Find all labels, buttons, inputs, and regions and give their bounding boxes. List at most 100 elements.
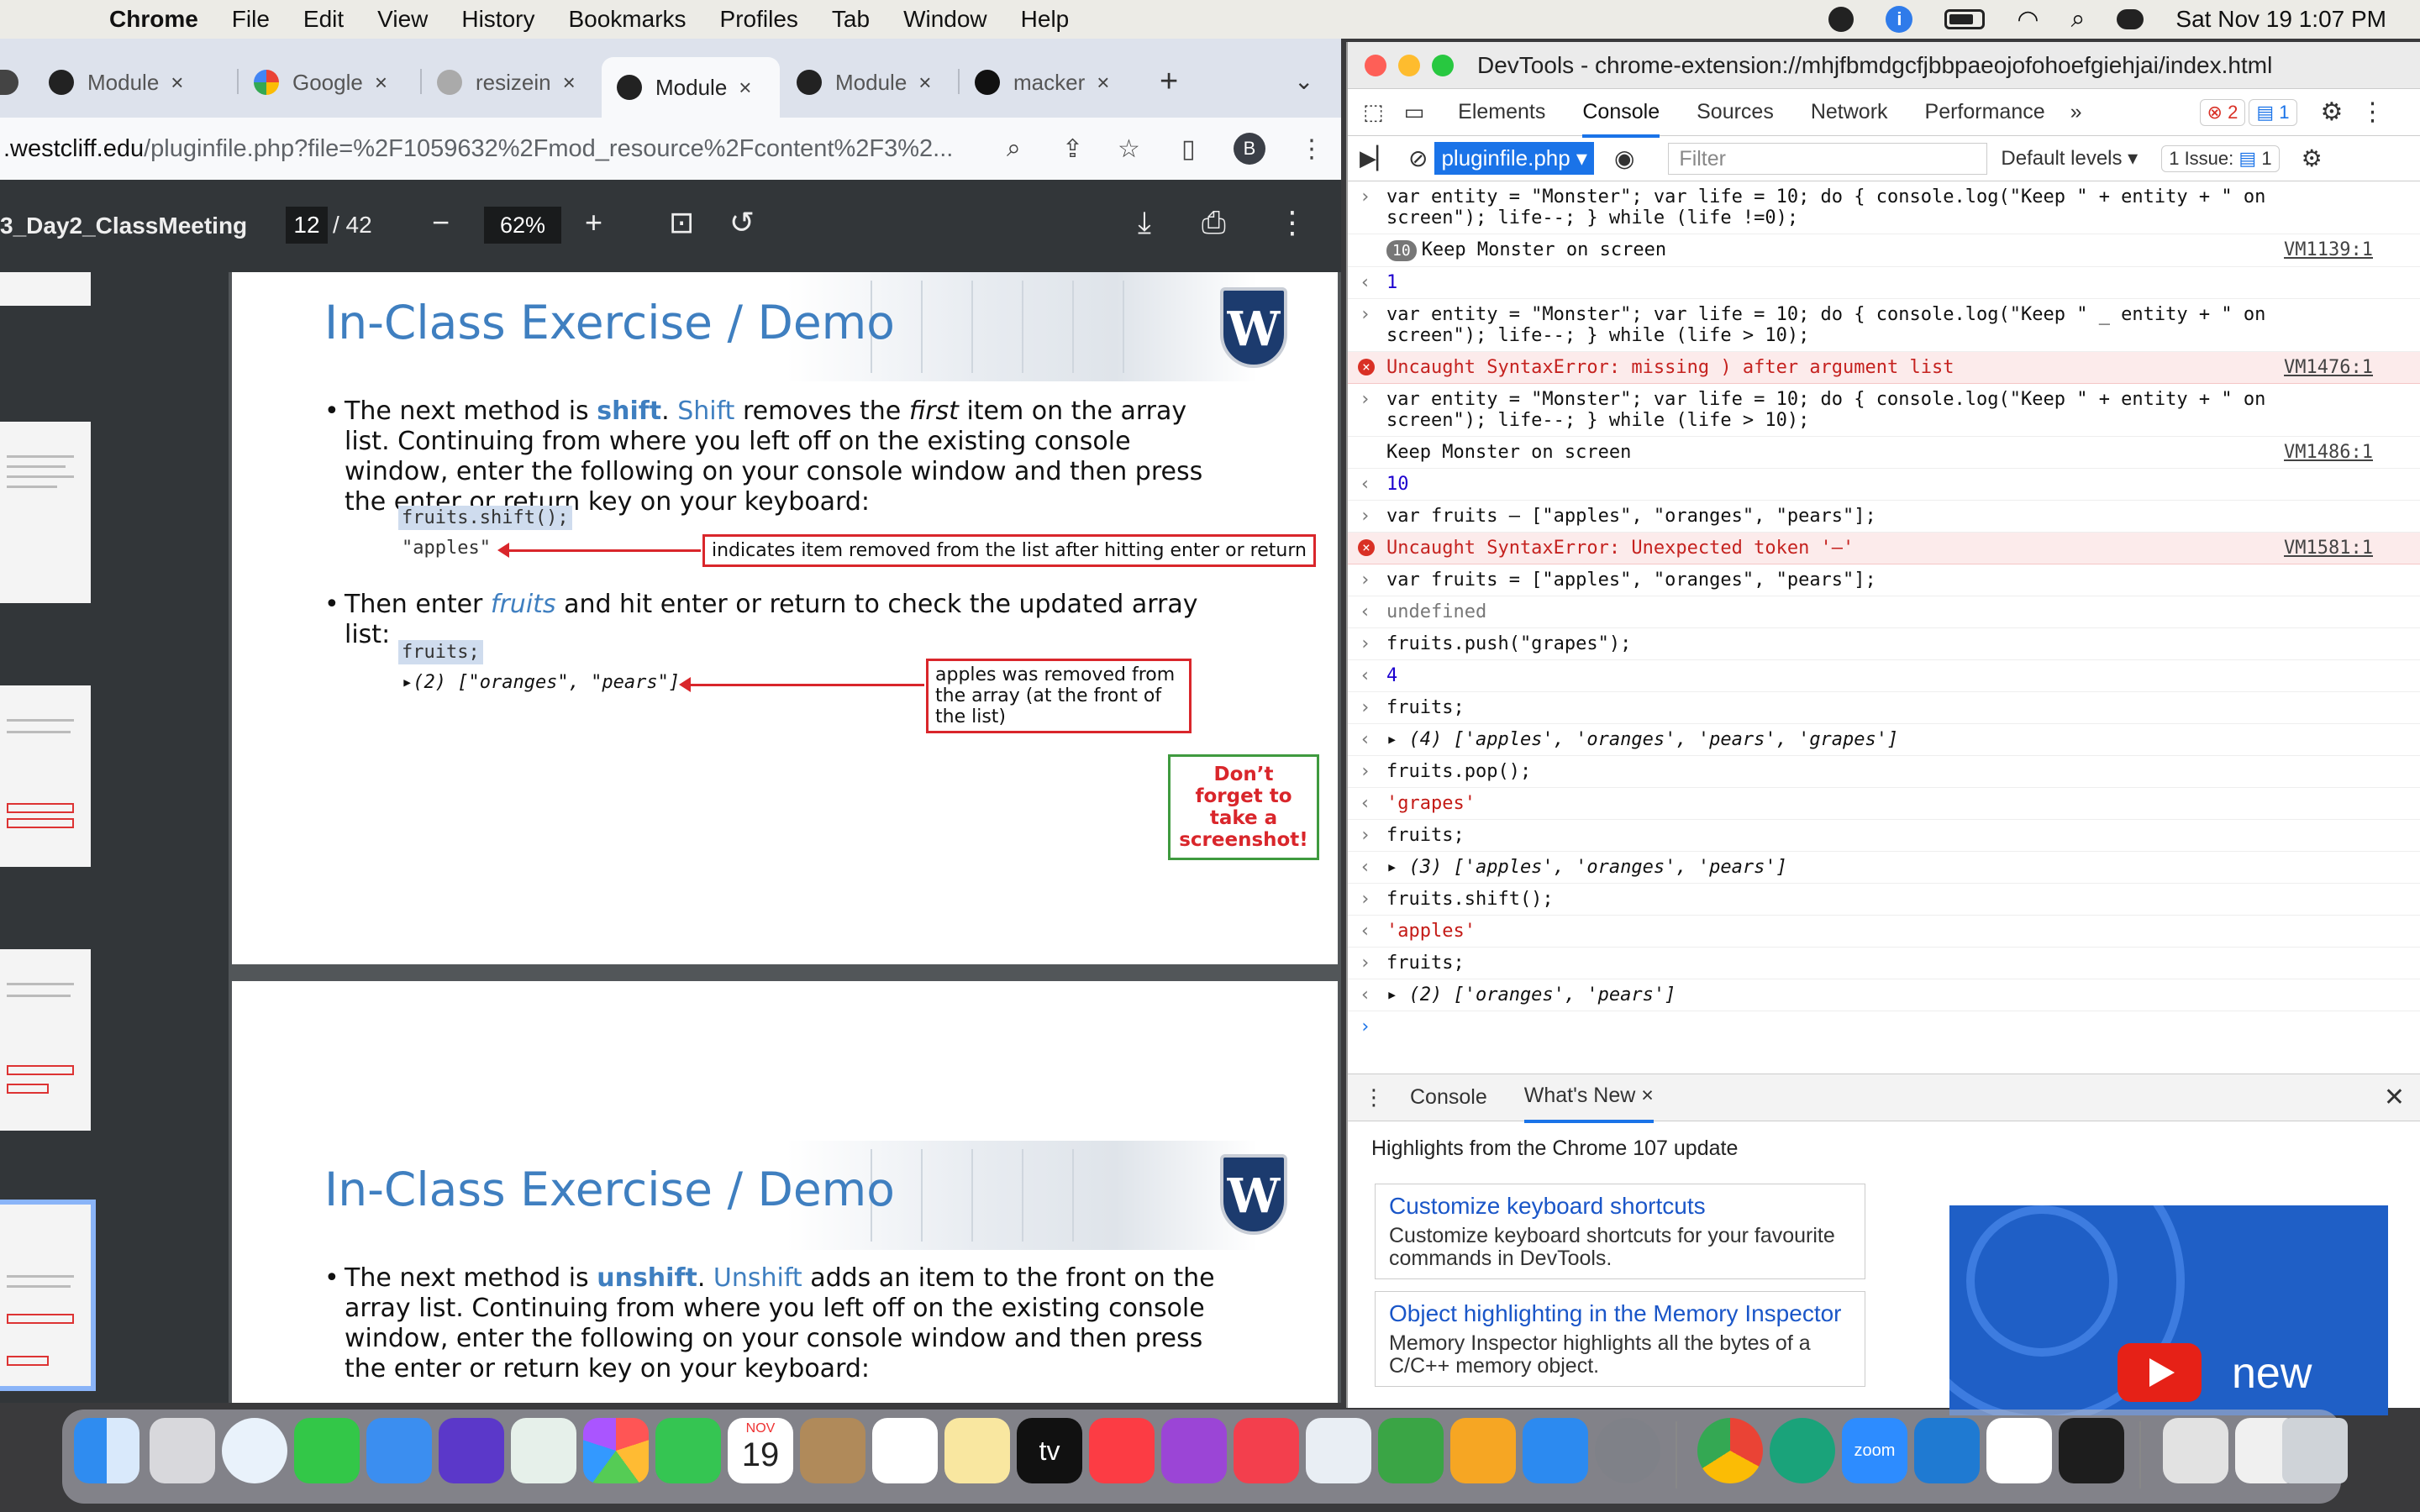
console-result-line[interactable]: ‹ 10 (1348, 469, 2420, 501)
console-output[interactable]: › var entity = "Monster"; var life = 10; … (1348, 181, 2420, 1074)
vscode-icon[interactable] (1914, 1418, 1980, 1483)
whats-new-video-thumbnail[interactable]: new (1949, 1205, 2388, 1415)
maps-icon[interactable] (511, 1418, 576, 1483)
print-icon[interactable]: ⎙ (1202, 205, 1226, 241)
console-input-line[interactable]: › var entity = "Monster"; var life = 10; … (1348, 299, 2420, 352)
apple-tv-icon[interactable]: tv (1017, 1418, 1082, 1483)
console-input-line[interactable]: › fruits; (1348, 692, 2420, 724)
profile-avatar[interactable]: B (1234, 133, 1265, 165)
more-options-icon[interactable]: ⋮ (1277, 205, 1307, 240)
zoom-window-button[interactable] (1432, 54, 1454, 76)
close-icon[interactable]: × (1097, 70, 1109, 96)
console-input-line[interactable]: › fruits.shift(); (1348, 884, 2420, 916)
notes-icon[interactable] (944, 1418, 1010, 1483)
keynote-icon[interactable] (1306, 1418, 1371, 1483)
close-icon[interactable]: × (171, 70, 183, 96)
tab-performance[interactable]: Performance (1925, 100, 2045, 124)
error-count-badge[interactable]: ⊗ 2 (2199, 98, 2246, 126)
facetime-icon[interactable] (655, 1418, 721, 1483)
tab-google[interactable]: Google × (254, 57, 405, 108)
safari-icon[interactable] (222, 1418, 287, 1483)
settings-gear-icon[interactable]: ⚙ (2321, 97, 2344, 127)
console-result-line[interactable]: ‹ 4 (1348, 660, 2420, 692)
spotlight-search-icon[interactable]: ⌕ (2071, 5, 2086, 34)
tab-module-active[interactable]: Module × (602, 57, 780, 118)
console-result-line[interactable]: ‹ 1 (1348, 267, 2420, 299)
close-icon[interactable]: × (375, 70, 387, 96)
zoom-status-icon[interactable] (1828, 7, 1854, 32)
console-input-line[interactable]: › var entity = "Monster"; var life = 10; … (1348, 181, 2420, 234)
zoom-app-icon[interactable]: zoom (1842, 1418, 1907, 1483)
close-icon[interactable]: × (739, 75, 751, 101)
tab-elements[interactable]: Elements (1458, 100, 1545, 124)
filter-input[interactable]: Filter (1668, 142, 1988, 175)
console-settings-gear-icon[interactable]: ⚙ (2302, 144, 2323, 172)
zoom-out-icon[interactable]: − (432, 205, 450, 240)
tab-network[interactable]: Network (1811, 100, 1888, 124)
tab-sources[interactable]: Sources (1697, 100, 1774, 124)
wifi-icon[interactable]: ◠ (2017, 5, 2039, 34)
message-count-badge[interactable]: ▤ 1 (2249, 98, 2297, 126)
share-icon[interactable]: ⇪ (1062, 134, 1083, 164)
rotate-icon[interactable]: ↺ (729, 205, 755, 240)
console-error-line[interactable]: × Uncaught SyntaxError: Unexpected token … (1348, 533, 2420, 564)
drawer-tab-whats-new[interactable]: What's New × (1523, 1072, 1654, 1123)
menu-bookmarks[interactable]: Bookmarks (568, 6, 686, 33)
console-result-line[interactable]: ‹ 'apples' (1348, 916, 2420, 948)
sidebar-toggle-icon[interactable]: ▶▏ (1360, 145, 1393, 171)
console-result-line[interactable]: ‹ 'grapes' (1348, 788, 2420, 820)
close-icon[interactable]: × (918, 70, 931, 96)
bookmark-star-icon[interactable]: ☆ (1118, 134, 1140, 164)
close-icon[interactable]: × (1641, 1084, 1654, 1107)
menu-app-name[interactable]: Chrome (109, 6, 198, 33)
more-tabs-icon[interactable]: » (2070, 100, 2082, 124)
console-prompt[interactable]: › (1348, 1011, 2420, 1042)
inspect-element-icon[interactable]: ⬚ (1363, 99, 1384, 125)
console-input-line[interactable]: › fruits.push("grapes"); (1348, 628, 2420, 660)
messages-icon[interactable] (294, 1418, 360, 1483)
numbers-icon[interactable] (1378, 1418, 1444, 1483)
live-expression-eye-icon[interactable]: ◉ (1614, 144, 1634, 172)
info-status-icon[interactable]: i (1886, 6, 1913, 33)
zoom-in-icon[interactable]: + (585, 205, 602, 240)
clear-console-icon[interactable]: ⊘ (1408, 144, 1428, 172)
trash-icon[interactable] (2282, 1418, 2348, 1483)
drawer-menu-icon[interactable]: ⋮ (1363, 1084, 1385, 1110)
source-link[interactable]: VM1476:1 (2284, 357, 2373, 378)
pdf-viewport[interactable]: W In-Class Exercise / Demo • The next me… (0, 272, 1341, 1403)
url-field[interactable]: .westcliff.edu/pluginfile.php?file=%2F10… (0, 135, 983, 163)
drawer-tab-console[interactable]: Console (1410, 1085, 1487, 1110)
thumbnail-sidebar[interactable] (0, 272, 229, 1403)
console-input-line[interactable]: › fruits.pop(); (1348, 756, 2420, 788)
close-icon[interactable]: × (563, 70, 576, 96)
app-store-icon[interactable] (1523, 1418, 1588, 1483)
chrome-icon[interactable] (1697, 1418, 1763, 1483)
terminal-icon[interactable] (2059, 1418, 2124, 1483)
reminders-icon[interactable] (872, 1418, 938, 1483)
source-link[interactable]: VM1139:1 (2284, 239, 2373, 260)
device-toolbar-icon[interactable]: ▭ (1404, 99, 1425, 125)
photos-icon[interactable] (583, 1418, 649, 1483)
console-input-line[interactable]: › fruits; (1348, 948, 2420, 979)
tab-module-1[interactable]: Module × (0, 57, 227, 108)
close-window-button[interactable] (1365, 54, 1386, 76)
tab-search-chevron-icon[interactable]: ⌄ (1294, 67, 1313, 95)
tab-module-3[interactable]: Module × (797, 57, 948, 108)
menubar-clock[interactable]: Sat Nov 19 1:07 PM (2175, 6, 2386, 33)
console-result-line[interactable]: ‹ undefined (1348, 596, 2420, 628)
contacts-icon[interactable] (800, 1418, 865, 1483)
console-log-line[interactable]: Keep Monster on screen VM1486:1 (1348, 437, 2420, 469)
source-link[interactable]: VM1486:1 (2284, 442, 2373, 463)
battery-icon[interactable] (1944, 9, 1986, 29)
minimize-window-button[interactable] (1398, 54, 1420, 76)
console-input-line[interactable]: › var fruits = ["apples", "oranges", "pea… (1348, 564, 2420, 596)
music-icon[interactable] (1089, 1418, 1155, 1483)
console-result-line[interactable]: ‹ ▸ (3) ['apples', 'oranges', 'pears'] (1348, 852, 2420, 884)
downloads-stack-icon[interactable] (2163, 1418, 2228, 1483)
console-log-line[interactable]: 10 Keep Monster on screen VM1139:1 (1348, 234, 2420, 267)
tab-github[interactable]: macker × (975, 57, 1134, 108)
menu-profiles[interactable]: Profiles (720, 6, 798, 33)
close-drawer-icon[interactable]: ✕ (2384, 1083, 2405, 1112)
new-tab-plus-icon[interactable]: + (1160, 64, 1178, 100)
zoom-level-input[interactable]: 62% (484, 207, 561, 244)
